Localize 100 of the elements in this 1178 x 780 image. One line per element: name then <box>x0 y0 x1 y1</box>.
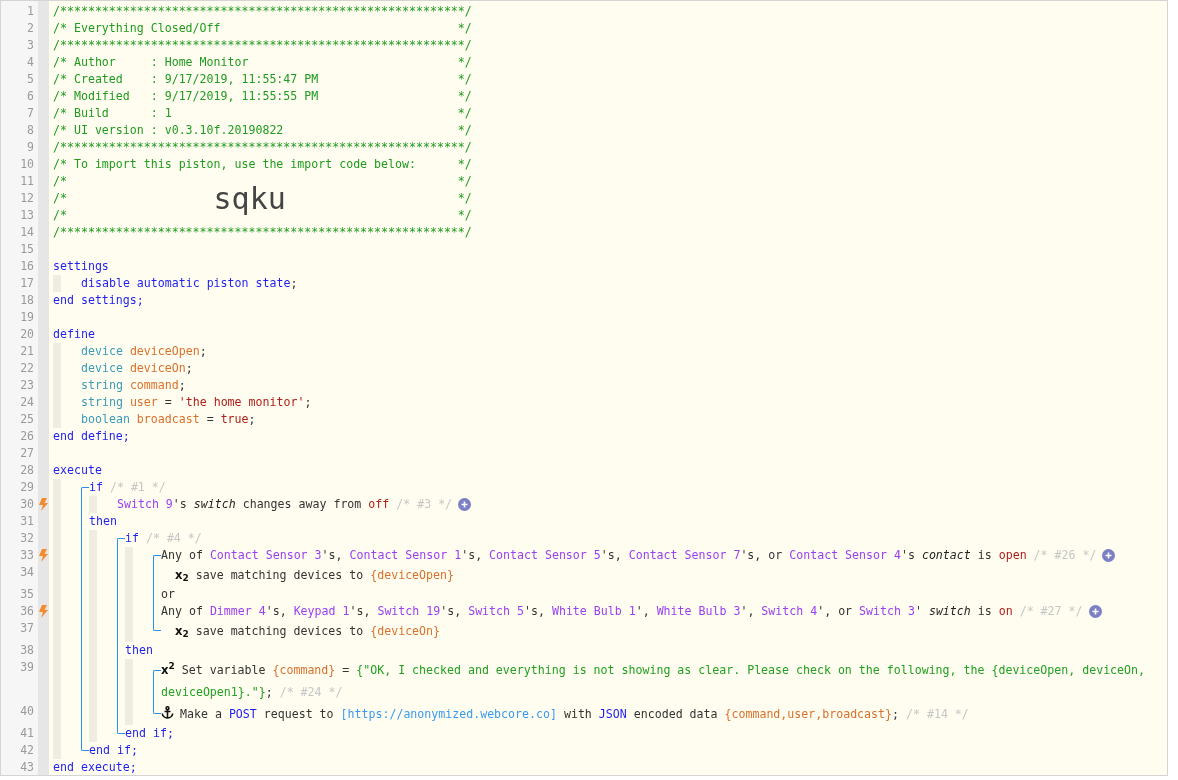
line-number: 29 <box>19 479 35 496</box>
line-number: 33 <box>19 547 35 564</box>
line-number: 27 <box>19 445 35 462</box>
code-line: x$_{2}$ save matching devices to {deviceOpen} <box>175 567 454 585</box>
code-line: then <box>89 513 117 530</box>
code-line: end settings; <box>53 292 144 309</box>
code-line: if /* #1 */ <box>89 479 166 496</box>
line-number: 25 <box>19 411 35 428</box>
line-number: 18 <box>19 292 35 309</box>
line-number: 5 <box>26 71 35 88</box>
line-number: 37 <box>19 620 35 637</box>
line-number: 6 <box>26 88 35 105</box>
comment-end: */ <box>457 190 472 207</box>
comment-text: /* <box>53 173 67 190</box>
import-code: sqku <box>213 182 286 215</box>
line-number: 39 <box>19 659 35 676</box>
line-number: 23 <box>19 377 35 394</box>
line-number: 2 <box>26 20 35 37</box>
line-number: 9 <box>26 139 35 156</box>
anchor-icon <box>161 706 174 719</box>
line-number: 36 <box>19 603 35 620</box>
code-line: end if; <box>89 742 138 759</box>
comment-text: /* Created : 9/17/2019, 11:55:47 PM <box>53 71 319 88</box>
code-line: settings <box>53 258 109 275</box>
comment-text: /* Author : Home Monitor <box>53 54 249 71</box>
code-line: Any of Dimmer 4's, Keypad 1's, Switch 19's, Switch 5's, White Bulb 1', White Bulb 3', Switch 4', or Switch 3' switch is on /* #27 */ <box>161 603 1083 620</box>
code-line: end define; <box>53 428 130 445</box>
line-number: 3 <box>26 37 35 54</box>
comment-end: */ <box>457 139 472 156</box>
line-number: 21 <box>19 343 35 360</box>
code-line: if /* #4 */ <box>125 530 202 547</box>
comment-end: */ <box>457 3 472 20</box>
code-line: or <box>161 586 175 603</box>
code-line: Switch 9's switch changes away from off /* #3 */ <box>117 496 453 513</box>
lightning-icon <box>39 549 48 562</box>
comment-text: /* <box>53 207 67 224</box>
code-line: execute <box>53 462 102 479</box>
comment-end: */ <box>457 88 472 105</box>
comment-text: /********************************************************* <box>53 139 458 156</box>
comment-text: /* Build : 1 <box>53 105 172 122</box>
comment-end: */ <box>457 122 472 139</box>
line-number: 26 <box>19 428 35 445</box>
lightning-icon <box>39 498 48 511</box>
line-number: 13 <box>19 207 35 224</box>
comment-text: /* Modified : 9/17/2019, 11:55:55 PM <box>53 88 319 105</box>
code-line: x$_{2}$ save matching devices to {deviceOn} <box>175 623 441 641</box>
line-number: 41 <box>19 725 35 742</box>
line-number: 42 <box>19 742 35 759</box>
add-button-icon[interactable] <box>458 498 472 511</box>
line-number: 43 <box>19 759 35 775</box>
code-line: device deviceOn; <box>81 360 193 377</box>
line-number: 38 <box>19 642 35 659</box>
line-number: 32 <box>19 530 35 547</box>
line-number: 12 <box>19 190 35 207</box>
line-number: 40 <box>19 703 35 720</box>
code-line: end if; <box>125 725 174 742</box>
code-line: Make a POST request to [https://anonymized.webcore.co] with JSON encoded data {command,user,broadcast}; /* #14 */ <box>180 706 969 723</box>
comment-end: */ <box>457 37 472 54</box>
comment-end: */ <box>457 105 472 122</box>
line-number: 35 <box>19 586 35 603</box>
code-line: x$^{2}$ Set variable {command} = {"OK, I checked and everything is not showing as clear. Please check on the following, the {deviceOpen, deviceOn, deviceOpen1}."}; /* #24 */ <box>161 660 1146 701</box>
line-number: 30 <box>19 496 35 513</box>
line-number: 1 <box>26 3 35 20</box>
line-number: 16 <box>19 258 35 275</box>
code-line: boolean broadcast = true; <box>81 411 256 428</box>
comment-text: /********************************************************* <box>53 224 458 241</box>
comment-text: /* UI version : v0.3.10f.20190822 <box>53 122 284 139</box>
line-number: 28 <box>19 462 35 479</box>
comment-end: */ <box>457 156 472 173</box>
line-number: 11 <box>19 173 35 190</box>
comment-end: */ <box>457 224 472 241</box>
comment-text: /* To import this piston, use the import code below: <box>53 156 416 173</box>
add-button-icon[interactable] <box>1102 549 1116 562</box>
line-number: 34 <box>19 564 35 581</box>
comment-text: /********************************************************* <box>53 37 458 54</box>
comment-end: */ <box>457 20 472 37</box>
code-line: device deviceOpen; <box>81 343 207 360</box>
comment-end: */ <box>457 173 472 190</box>
lightning-icon <box>39 605 48 618</box>
line-number: 15 <box>19 241 35 258</box>
line-number: 14 <box>19 224 35 241</box>
comment-text: /********************************************************* <box>53 3 458 20</box>
line-number: 24 <box>19 394 35 411</box>
code-line: Any of Contact Sensor 3's, Contact Sensor 1's, Contact Sensor 5's, Contact Sensor 7's, or Contact Sensor 4's contact is open /* #26 */ <box>161 547 1097 564</box>
line-number: 8 <box>26 122 35 139</box>
comment-text: /* <box>53 190 67 207</box>
comment-text: /* Everything Closed/Off <box>53 20 221 37</box>
code-line: end execute; <box>53 759 137 775</box>
comment-end: */ <box>457 71 472 88</box>
comment-end: */ <box>457 207 472 224</box>
code-line: string command; <box>81 377 186 394</box>
line-number: 4 <box>26 54 35 71</box>
line-number: 10 <box>19 156 35 173</box>
code-line: define <box>53 326 95 343</box>
line-number: 19 <box>19 309 35 326</box>
code-line: string user = 'the home monitor'; <box>81 394 312 411</box>
code-line: then <box>125 642 153 659</box>
code-line: disable automatic piston state; <box>81 275 298 292</box>
line-number: 20 <box>19 326 35 343</box>
add-button-icon[interactable] <box>1088 605 1102 618</box>
